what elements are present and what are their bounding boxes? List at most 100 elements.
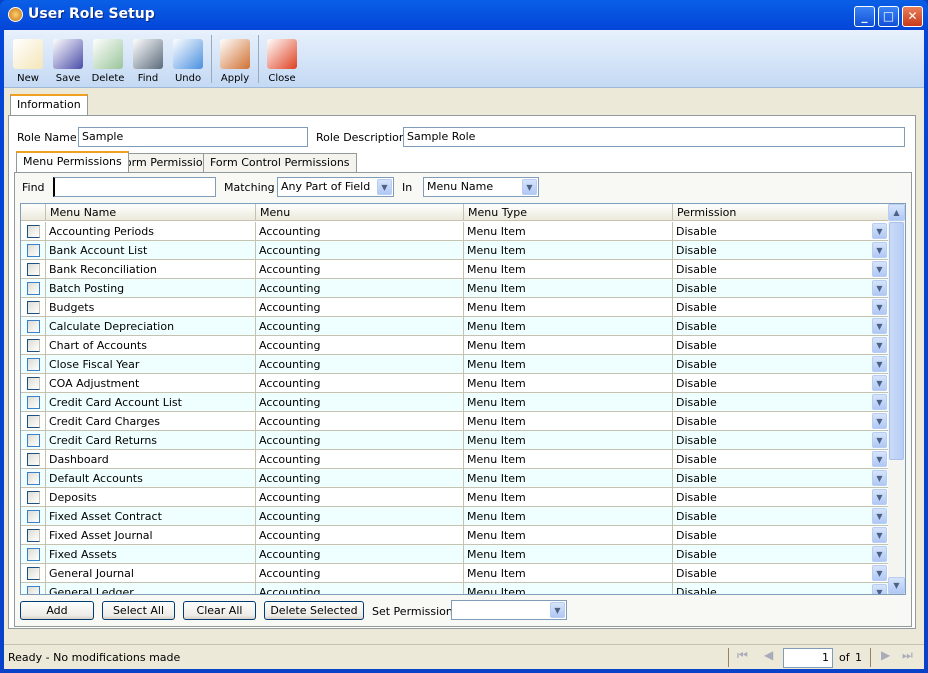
table-row[interactable]: Default Accounts Accounting Menu Item Disab… bbox=[21, 469, 889, 488]
row-checkbox[interactable] bbox=[26, 263, 40, 276]
undo-button[interactable]: Undo bbox=[168, 30, 208, 88]
scroll-up-icon[interactable]: ▲ bbox=[888, 204, 905, 221]
header-menu-name[interactable]: Menu Name bbox=[46, 204, 256, 220]
first-page-icon[interactable]: ⏮ bbox=[737, 648, 748, 663]
delete-selected-button[interactable]: Delete Selected bbox=[264, 601, 364, 620]
chevron-down-icon[interactable]: ▼ bbox=[872, 337, 887, 353]
chevron-down-icon[interactable]: ▼ bbox=[872, 261, 887, 277]
row-checkbox[interactable] bbox=[26, 472, 40, 485]
table-row[interactable]: Budgets Accounting Menu Item Disable ▼ bbox=[21, 298, 889, 317]
new-button[interactable]: New bbox=[8, 30, 48, 88]
row-checkbox[interactable] bbox=[26, 548, 40, 561]
chevron-down-icon[interactable]: ▼ bbox=[872, 299, 887, 315]
chevron-down-icon[interactable]: ▼ bbox=[872, 375, 887, 391]
chevron-down-icon[interactable]: ▼ bbox=[872, 432, 887, 448]
scroll-down-icon[interactable]: ▼ bbox=[888, 577, 905, 594]
table-row[interactable]: Fixed Asset Journal Accounting Menu Item Di… bbox=[21, 526, 889, 545]
permission-cell[interactable]: Disable ▼ bbox=[673, 355, 889, 373]
permission-cell[interactable]: Disable ▼ bbox=[673, 412, 889, 430]
chevron-down-icon[interactable]: ▼ bbox=[872, 489, 887, 505]
delete-button[interactable]: Delete bbox=[88, 30, 128, 88]
permission-cell[interactable]: Disable ▼ bbox=[673, 317, 889, 335]
row-checkbox[interactable] bbox=[26, 415, 40, 428]
permission-cell[interactable]: Disable ▼ bbox=[673, 545, 889, 563]
chevron-down-icon[interactable]: ▼ bbox=[872, 413, 887, 429]
row-checkbox[interactable] bbox=[26, 225, 40, 238]
table-row[interactable]: Credit Card Charges Accounting Menu Item Di… bbox=[21, 412, 889, 431]
permission-cell[interactable]: Disable ▼ bbox=[673, 298, 889, 316]
permission-cell[interactable]: Disable ▼ bbox=[673, 336, 889, 354]
table-row[interactable]: Close Fiscal Year Accounting Menu Item Disa… bbox=[21, 355, 889, 374]
close-window-button[interactable]: ✕ bbox=[902, 6, 923, 27]
apply-button[interactable]: Apply bbox=[215, 30, 255, 88]
table-row[interactable]: Accounting Periods Accounting Menu Item Dis… bbox=[21, 222, 889, 241]
permission-cell[interactable]: Disable ▼ bbox=[673, 431, 889, 449]
chevron-down-icon[interactable]: ▼ bbox=[872, 318, 887, 334]
permission-cell[interactable]: Disable ▼ bbox=[673, 279, 889, 297]
table-row[interactable]: Credit Card Account List Accounting Menu I… bbox=[21, 393, 889, 412]
last-page-icon[interactable]: ⏭ bbox=[902, 648, 913, 663]
chevron-down-icon[interactable]: ▼ bbox=[872, 527, 887, 543]
chevron-down-icon[interactable]: ▼ bbox=[872, 451, 887, 467]
row-checkbox[interactable] bbox=[26, 491, 40, 504]
row-checkbox[interactable] bbox=[26, 529, 40, 542]
permission-cell[interactable]: Disable ▼ bbox=[673, 469, 889, 487]
close-button[interactable]: Close bbox=[262, 30, 302, 88]
permission-cell[interactable]: Disable ▼ bbox=[673, 526, 889, 544]
tab-information[interactable]: Information bbox=[10, 94, 88, 116]
chevron-down-icon[interactable]: ▼ bbox=[872, 546, 887, 562]
table-row[interactable]: Fixed Asset Contract Accounting Menu Item D… bbox=[21, 507, 889, 526]
select-all-button[interactable]: Select All bbox=[102, 601, 175, 620]
maximize-button[interactable]: □ bbox=[878, 6, 899, 27]
table-row[interactable]: General Journal Accounting Menu Item Disabl… bbox=[21, 564, 889, 583]
chevron-down-icon[interactable]: ▼ bbox=[872, 470, 887, 486]
set-permission-select[interactable]: ▼ bbox=[451, 600, 567, 620]
header-menu[interactable]: Menu bbox=[256, 204, 464, 220]
row-checkbox[interactable] bbox=[26, 339, 40, 352]
row-checkbox[interactable] bbox=[26, 396, 40, 409]
row-checkbox[interactable] bbox=[26, 320, 40, 333]
chevron-down-icon[interactable]: ▼ bbox=[377, 179, 392, 195]
scroll-thumb[interactable] bbox=[889, 222, 904, 460]
row-checkbox[interactable] bbox=[26, 510, 40, 523]
save-button[interactable]: Save bbox=[48, 30, 88, 88]
chevron-down-icon[interactable]: ▼ bbox=[522, 179, 537, 195]
chevron-down-icon[interactable]: ▼ bbox=[872, 242, 887, 258]
table-row[interactable]: Batch Posting Accounting Menu Item Disable ▼ bbox=[21, 279, 889, 298]
row-checkbox[interactable] bbox=[26, 301, 40, 314]
row-checkbox[interactable] bbox=[26, 567, 40, 580]
permission-cell[interactable]: Disable ▼ bbox=[673, 450, 889, 468]
chevron-down-icon[interactable]: ▼ bbox=[872, 356, 887, 372]
tab-form-control-permissions[interactable]: Form Control Permissions bbox=[203, 153, 357, 172]
page-number-input[interactable]: 1 bbox=[783, 648, 833, 668]
row-checkbox[interactable] bbox=[26, 434, 40, 447]
previous-page-icon[interactable]: ◀ bbox=[764, 648, 773, 662]
row-checkbox[interactable] bbox=[26, 244, 40, 257]
table-row[interactable]: Dashboard Accounting Menu Item Disable ▼ bbox=[21, 450, 889, 469]
row-checkbox[interactable] bbox=[26, 453, 40, 466]
table-row[interactable]: Bank Account List Accounting Menu Item Disa… bbox=[21, 241, 889, 260]
chevron-down-icon[interactable]: ▼ bbox=[872, 508, 887, 524]
matching-select[interactable]: Any Part of Field ▼ bbox=[277, 177, 394, 197]
in-select[interactable]: Menu Name ▼ bbox=[423, 177, 539, 197]
header-permission[interactable]: Permission bbox=[673, 204, 889, 220]
permission-cell[interactable]: Disable ▼ bbox=[673, 222, 889, 240]
table-row[interactable]: General Ledger Accounting Menu Item Disable… bbox=[21, 583, 889, 594]
find-button[interactable]: Find bbox=[128, 30, 168, 88]
table-row[interactable]: COA Adjustment Accounting Menu Item Disable… bbox=[21, 374, 889, 393]
table-row[interactable]: Fixed Assets Accounting Menu Item Disable ▼ bbox=[21, 545, 889, 564]
permission-cell[interactable]: Disable ▼ bbox=[673, 393, 889, 411]
role-description-input[interactable]: Sample Role bbox=[403, 127, 905, 147]
row-checkbox[interactable] bbox=[26, 282, 40, 295]
row-checkbox[interactable] bbox=[26, 358, 40, 371]
chevron-down-icon[interactable]: ▼ bbox=[872, 223, 887, 239]
table-row[interactable]: Bank Reconciliation Accounting Menu Item Di… bbox=[21, 260, 889, 279]
permission-cell[interactable]: Disable ▼ bbox=[673, 583, 889, 594]
chevron-down-icon[interactable]: ▼ bbox=[550, 602, 565, 618]
permission-cell[interactable]: Disable ▼ bbox=[673, 260, 889, 278]
header-menu-type[interactable]: Menu Type bbox=[464, 204, 673, 220]
chevron-down-icon[interactable]: ▼ bbox=[872, 584, 887, 594]
table-row[interactable]: Deposits Accounting Menu Item Disable ▼ bbox=[21, 488, 889, 507]
permission-cell[interactable]: Disable ▼ bbox=[673, 488, 889, 506]
minimize-button[interactable]: _ bbox=[854, 6, 875, 27]
